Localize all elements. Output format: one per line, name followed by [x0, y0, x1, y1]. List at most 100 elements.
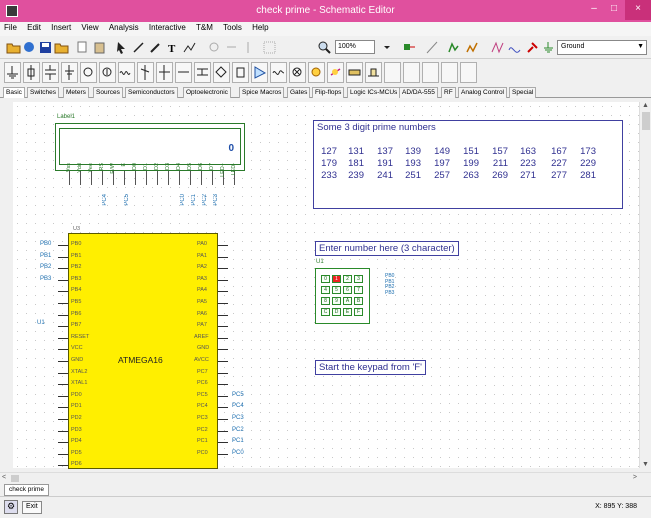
- tab-ad-da[interactable]: AD/DA-555: [399, 87, 438, 98]
- keypad-key[interactable]: 0: [321, 275, 330, 283]
- keypad-key[interactable]: 3: [354, 275, 363, 283]
- lcd-display[interactable]: 0: [55, 123, 245, 171]
- simulation-icon[interactable]: ⚙: [4, 500, 18, 514]
- lamp-component-icon[interactable]: [327, 62, 344, 83]
- tab-meters[interactable]: Meters: [63, 87, 89, 98]
- transformer-component-icon[interactable]: [194, 62, 211, 83]
- tab-analog-control[interactable]: Analog Control: [458, 87, 507, 98]
- tab-logic-ics[interactable]: Logic ICs-MCUs: [347, 87, 401, 98]
- menu-help[interactable]: Help: [248, 22, 272, 32]
- tab-special[interactable]: Special: [509, 87, 537, 98]
- probe-icon[interactable]: [402, 40, 417, 55]
- paste-icon[interactable]: [92, 40, 107, 55]
- ground-tool-icon[interactable]: [541, 40, 556, 55]
- tab-gates[interactable]: Gates: [287, 87, 311, 98]
- opamp-component-icon[interactable]: [251, 62, 268, 83]
- inductor-component-icon[interactable]: [118, 62, 135, 83]
- pencil-icon[interactable]: [148, 40, 163, 55]
- keypad-key[interactable]: E: [343, 308, 352, 316]
- empty-slot-5-icon[interactable]: [460, 62, 477, 83]
- motor-component-icon[interactable]: [365, 62, 382, 83]
- empty-slot-3-icon[interactable]: [422, 62, 439, 83]
- keypad-key[interactable]: F: [354, 308, 363, 316]
- menu-tools[interactable]: Tools: [219, 22, 246, 32]
- menu-interactive[interactable]: Interactive: [145, 22, 190, 32]
- enter-number-note[interactable]: Enter number here (3 character): [315, 241, 459, 256]
- zoom-dropdown-icon[interactable]: [380, 40, 395, 55]
- wire-junction-icon[interactable]: [156, 62, 173, 83]
- close-button[interactable]: ×: [625, 0, 651, 20]
- tab-spice-macros[interactable]: Spice Macros: [239, 87, 285, 98]
- keypad-key[interactable]: 2: [343, 275, 352, 283]
- empty-slot-2-icon[interactable]: [403, 62, 420, 83]
- copy-icon[interactable]: [75, 40, 90, 55]
- tab-flip-flops[interactable]: Flip-flops: [312, 87, 345, 98]
- ac-source-icon[interactable]: [270, 62, 287, 83]
- menu-edit[interactable]: Edit: [23, 22, 45, 32]
- tab-sources[interactable]: Sources: [93, 87, 123, 98]
- voltage-source-icon[interactable]: [80, 62, 97, 83]
- keypad-key[interactable]: C: [321, 308, 330, 316]
- vertical-scroll-thumb[interactable]: [642, 112, 650, 130]
- text-icon[interactable]: T: [165, 40, 180, 55]
- new-file-icon[interactable]: [22, 40, 37, 55]
- horizontal-scrollbar[interactable]: < >: [0, 472, 651, 483]
- signal-icon[interactable]: [490, 40, 505, 55]
- grid-icon[interactable]: [262, 40, 277, 55]
- open-folder-icon[interactable]: [6, 40, 21, 55]
- dc-analysis-icon[interactable]: [465, 40, 480, 55]
- battery-component-icon[interactable]: [61, 62, 78, 83]
- measure-icon[interactable]: [425, 40, 440, 55]
- start-keypad-note[interactable]: Start the keypad from 'F': [315, 360, 426, 375]
- zoom-icon[interactable]: [317, 40, 332, 55]
- menu-tm[interactable]: T&M: [192, 22, 217, 32]
- horizontal-scroll-thumb[interactable]: [11, 475, 19, 482]
- keypad-key[interactable]: D: [332, 308, 341, 316]
- current-source-icon[interactable]: [99, 62, 116, 83]
- flip-icon[interactable]: [224, 40, 239, 55]
- keypad-key[interactable]: 4: [321, 286, 330, 294]
- analysis-icon[interactable]: [447, 40, 462, 55]
- mcu-atmega16[interactable]: ATMEGA16: [68, 233, 218, 469]
- resistor-component-icon[interactable]: [23, 62, 40, 83]
- switch-component-icon[interactable]: [137, 62, 154, 83]
- buzzer-component-icon[interactable]: [346, 62, 363, 83]
- menu-view[interactable]: View: [77, 22, 102, 32]
- ground-component-icon[interactable]: [4, 62, 21, 83]
- tab-basic[interactable]: Basic: [3, 87, 25, 98]
- bode-icon[interactable]: [507, 40, 522, 55]
- empty-slot-1-icon[interactable]: [384, 62, 401, 83]
- maximize-button[interactable]: □: [604, 0, 624, 20]
- menu-insert[interactable]: Insert: [47, 22, 75, 32]
- wire-icon[interactable]: [131, 40, 146, 55]
- crystal-component-icon[interactable]: [232, 62, 249, 83]
- keypad-key[interactable]: A: [343, 297, 352, 305]
- ground-select[interactable]: Ground ▼: [557, 40, 647, 55]
- keypad-key[interactable]: 5: [332, 286, 341, 294]
- scroll-down-icon[interactable]: ▼: [642, 461, 649, 468]
- menu-file[interactable]: File: [0, 22, 21, 32]
- short-component-icon[interactable]: [175, 62, 192, 83]
- rotate-icon[interactable]: [207, 40, 222, 55]
- open-icon[interactable]: [54, 40, 69, 55]
- tab-semiconductors[interactable]: Semiconductors: [125, 87, 178, 98]
- tab-rf[interactable]: RF: [441, 87, 456, 98]
- capacitor-component-icon[interactable]: [42, 62, 59, 83]
- minimize-button[interactable]: –: [584, 0, 604, 20]
- zoom-select[interactable]: 100%: [335, 40, 375, 54]
- mirror-icon[interactable]: [241, 40, 256, 55]
- select-arrow-icon[interactable]: [114, 40, 129, 55]
- keypad-key[interactable]: 8: [321, 297, 330, 305]
- tab-switches[interactable]: Switches: [27, 87, 60, 98]
- keypad-component[interactable]: 0123 4567 89AB CDEF: [315, 268, 370, 324]
- keypad-key[interactable]: 1: [332, 275, 341, 283]
- scroll-right-icon[interactable]: >: [633, 474, 637, 481]
- keypad-key[interactable]: 7: [354, 286, 363, 294]
- save-icon[interactable]: [38, 40, 53, 55]
- bulb-component-icon[interactable]: [289, 62, 306, 83]
- menu-analysis[interactable]: Analysis: [105, 22, 143, 32]
- keypad-key[interactable]: B: [354, 297, 363, 305]
- exit-button[interactable]: Exit: [22, 501, 42, 514]
- scroll-left-icon[interactable]: <: [2, 474, 6, 481]
- led-component-icon[interactable]: [308, 62, 325, 83]
